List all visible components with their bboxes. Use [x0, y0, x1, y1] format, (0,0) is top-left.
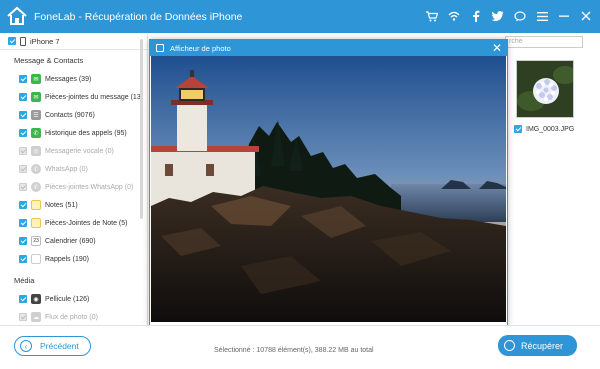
sidebar-item-calendar[interactable]: 23 Calendrier (690): [19, 234, 96, 248]
sidebar-item-voicemail: ◎ Messagerie vocale (0): [19, 144, 114, 158]
close-icon[interactable]: [578, 8, 594, 24]
sidebar-item-call-history[interactable]: ✆ Historique des appels (95): [19, 126, 127, 140]
lighthouse-photo: [151, 56, 506, 322]
sidebar-item-label: Contacts (9076): [45, 111, 95, 119]
photo-thumbnail[interactable]: [516, 60, 574, 118]
minimize-icon[interactable]: [556, 8, 572, 24]
sidebar-item-label: Messages (39): [45, 75, 92, 83]
previous-button-label: Précédent: [40, 341, 79, 351]
photo-viewer-dialog: Afficheur de photo ✕: [149, 39, 508, 348]
sidebar-item-note-attachments[interactable]: Pièces-Jointes de Note (5): [19, 216, 127, 230]
previous-button[interactable]: ‹ Précédent: [14, 336, 91, 356]
thumbnail-checkbox[interactable]: [514, 125, 522, 133]
checkbox[interactable]: [19, 219, 27, 227]
checkbox[interactable]: [19, 111, 27, 119]
section-title-messages: Message & Contacts: [14, 56, 84, 65]
sidebar-item-label: Pièces-jointes du message (13): [45, 93, 144, 101]
viewer-title: Afficheur de photo: [170, 44, 231, 53]
arrow-left-icon: ‹: [20, 340, 32, 352]
recover-button-label: Récupérer: [521, 340, 564, 351]
sidebar-item-label: Pellicule (126): [45, 295, 90, 303]
bottom-bar: ‹ Précédent Sélectionné : 10788 élément(…: [0, 325, 600, 369]
section-title-media: Média: [14, 276, 35, 285]
sidebar-item-label: Messagerie vocale (0): [45, 147, 114, 155]
category-sidebar: iPhone 7 Message & Contacts ✉ Messages (…: [0, 33, 148, 325]
thumbnail-row[interactable]: IMG_0003.JPG: [514, 125, 574, 133]
cart-icon[interactable]: [424, 8, 440, 24]
checkbox[interactable]: [19, 129, 27, 137]
home-icon[interactable]: [6, 6, 28, 26]
device-row[interactable]: iPhone 7: [0, 34, 147, 50]
sidebar-item-label: Historique des appels (95): [45, 129, 127, 137]
title-bar: FoneLab - Récupération de Données iPhone: [0, 0, 600, 33]
sidebar-item-label: Flux de photo (0): [45, 313, 98, 321]
sidebar-item-label: Pièces-jointes WhatsApp (0): [45, 183, 134, 191]
sidebar-item-messages[interactable]: ✉ Messages (39): [19, 72, 91, 86]
checkbox[interactable]: [19, 295, 27, 303]
note-attachment-icon: [31, 218, 41, 228]
iphone-icon: [20, 36, 26, 46]
app-title: FoneLab - Récupération de Données iPhone: [34, 11, 243, 23]
notes-icon: [31, 200, 41, 210]
message-icon: ✉: [31, 74, 41, 84]
chat-icon[interactable]: [512, 8, 528, 24]
facebook-icon[interactable]: [468, 8, 484, 24]
checkbox: [19, 313, 27, 321]
sidebar-item-label: Rappels (190): [45, 255, 89, 263]
recover-icon: [504, 340, 515, 351]
attachment-icon: ✉: [31, 92, 41, 102]
checkbox[interactable]: [19, 201, 27, 209]
menu-icon[interactable]: [534, 8, 550, 24]
reminders-icon: [31, 254, 41, 264]
wifi-icon[interactable]: [446, 8, 462, 24]
photo-viewer-icon: [156, 44, 164, 52]
sidebar-item-camera-roll[interactable]: ◉ Pellicule (126): [19, 292, 89, 306]
whatsapp-attachment-icon: ✆: [31, 182, 41, 192]
voicemail-icon: ◎: [31, 146, 41, 156]
sidebar-item-photo-stream: ☁ Flux de photo (0): [19, 310, 98, 324]
phone-icon: ✆: [31, 128, 41, 138]
sidebar-item-label: Notes (51): [45, 201, 78, 209]
search-input[interactable]: rche: [505, 36, 583, 48]
device-checkbox[interactable]: [8, 37, 16, 45]
checkbox[interactable]: [19, 93, 27, 101]
contacts-icon: ☰: [31, 110, 41, 120]
flower-image: [517, 61, 573, 117]
calendar-icon: 23: [31, 236, 41, 246]
sidebar-item-label: WhatsApp (0): [45, 165, 88, 173]
sidebar-item-contacts[interactable]: ☰ Contacts (9076): [19, 108, 95, 122]
recover-button[interactable]: Récupérer: [498, 335, 577, 356]
checkbox: [19, 183, 27, 191]
viewer-close-icon[interactable]: ✕: [492, 41, 502, 55]
checkbox: [19, 165, 27, 173]
sidebar-scrollbar[interactable]: [140, 39, 143, 219]
device-name: iPhone 7: [30, 36, 60, 46]
sidebar-item-whatsapp-attachments: ✆ Pièces-jointes WhatsApp (0): [19, 180, 133, 194]
sidebar-item-label: Calendrier (690): [45, 237, 96, 245]
checkbox[interactable]: [19, 75, 27, 83]
viewer-header: Afficheur de photo ✕: [150, 40, 507, 56]
twitter-icon[interactable]: [490, 8, 506, 24]
sidebar-item-whatsapp: ✆ WhatsApp (0): [19, 162, 88, 176]
sidebar-item-notes[interactable]: Notes (51): [19, 198, 78, 212]
sidebar-item-reminders[interactable]: Rappels (190): [19, 252, 89, 266]
selection-status: Sélectionné : 10788 élément(s), 388.22 M…: [214, 347, 374, 354]
photo-stream-icon: ☁: [31, 312, 41, 322]
checkbox: [19, 147, 27, 155]
whatsapp-icon: ✆: [31, 164, 41, 174]
sidebar-item-message-attachments[interactable]: ✉ Pièces-jointes du message (13): [19, 90, 143, 104]
checkbox[interactable]: [19, 237, 27, 245]
sidebar-item-label: Pièces-Jointes de Note (5): [45, 219, 128, 227]
thumbnail-filename: IMG_0003.JPG: [526, 125, 575, 133]
checkbox[interactable]: [19, 255, 27, 263]
camera-roll-icon: ◉: [31, 294, 41, 304]
